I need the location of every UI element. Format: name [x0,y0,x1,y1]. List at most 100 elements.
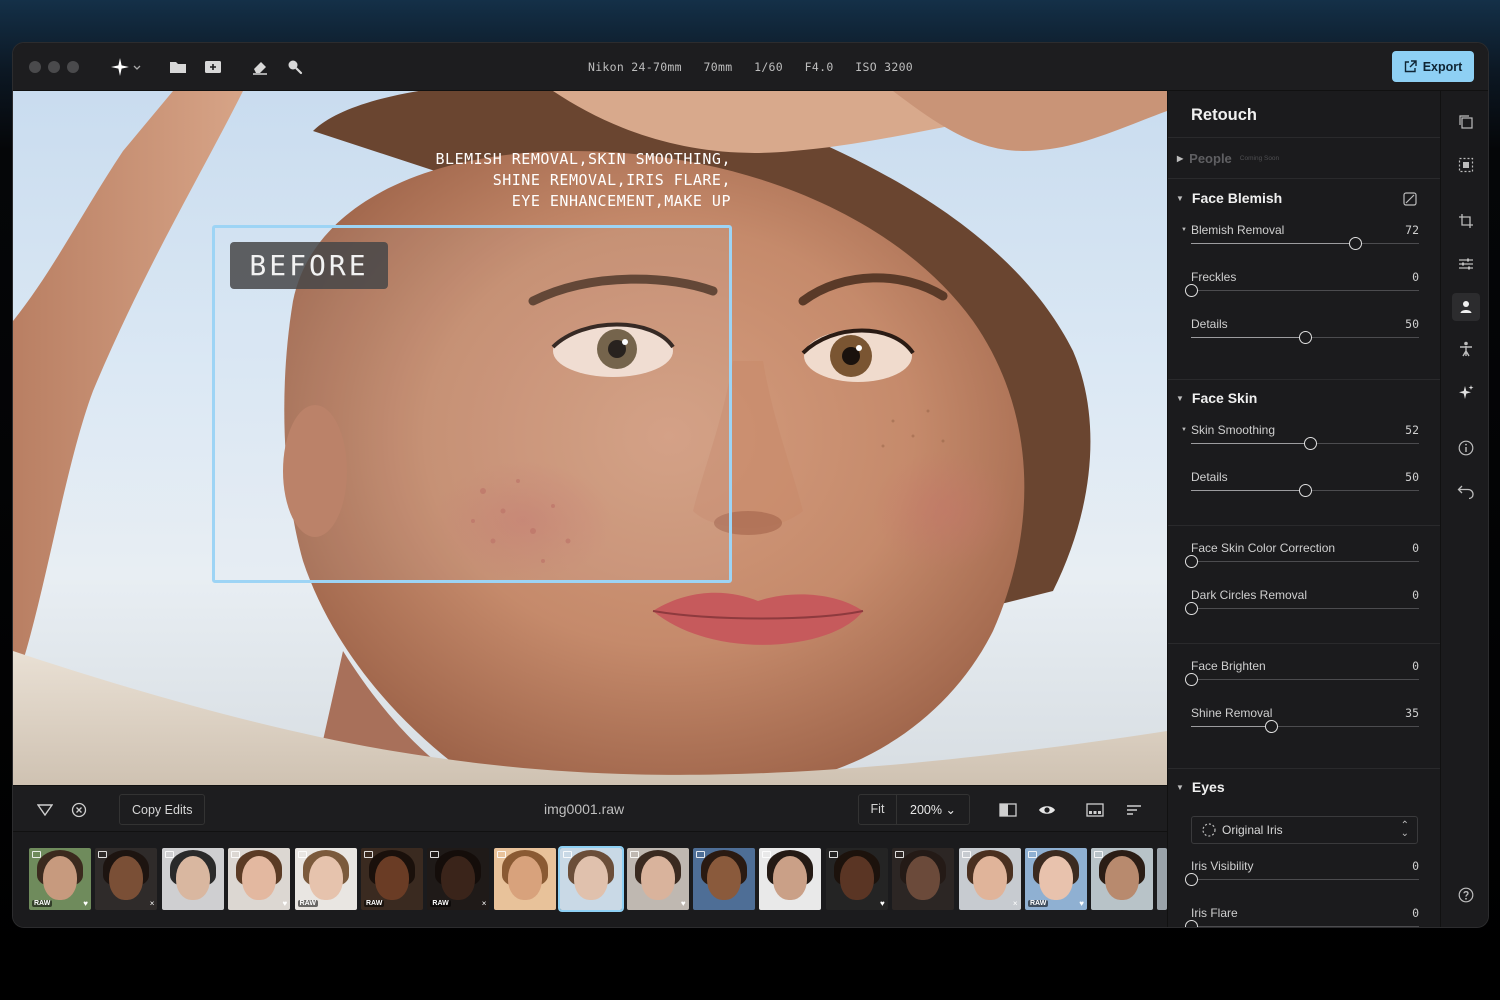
thumbnail-face [242,856,277,900]
filmstrip-thumbnail[interactable] [558,846,625,912]
slider-knob[interactable] [1264,720,1278,733]
slider-fill [1191,490,1305,491]
ai-enhance-tool[interactable] [1454,380,1478,404]
edited-badge-icon [231,851,241,858]
slider-dark-circles-removal[interactable]: Dark Circles Removal 0 [1185,588,1419,632]
divider [1168,768,1440,769]
slider-knob[interactable] [1185,284,1198,297]
slider-track[interactable] [1191,290,1419,291]
favorite-heart-icon[interactable]: ♥ [681,899,686,908]
crop-tool[interactable] [1454,209,1478,233]
preview-button[interactable] [1035,798,1059,822]
expanded-triangle-icon[interactable]: ▼ [1181,227,1187,233]
iris-select[interactable]: Original Iris ⌃ ⌄ [1191,816,1418,844]
slider-shine-removal[interactable]: Shine Removal 35 [1191,706,1419,750]
slider-knob[interactable] [1185,673,1198,686]
filmstrip-thumbnail[interactable] [759,848,822,910]
raw-badge: RAW [32,900,53,907]
slider-value: 50 [1405,470,1419,484]
favorite-heart-icon[interactable]: ♥ [880,899,885,908]
slider-track[interactable] [1191,608,1419,609]
face-skin-header[interactable]: ▼ Face Skin [1176,390,1257,406]
adjust-tool[interactable] [1454,252,1478,276]
retouch-tool[interactable] [1452,293,1480,321]
clear-filter-button[interactable] [67,798,91,822]
slider-iris-flare[interactable]: Iris Flare 0 [1185,906,1419,927]
top-toolbar: Nikon 24-70mm 70mm 1/60 F4.0 ISO 3200 Ex… [13,43,1488,91]
slider-blemish-removal[interactable]: ▼ Blemish Removal 72 [1181,223,1419,267]
slider-face-skin-color-correction[interactable]: Face Skin Color Correction 0 [1185,541,1419,585]
rejected-x-icon[interactable]: × [1013,899,1018,908]
slider-knob[interactable] [1299,484,1312,497]
slider-track[interactable] [1191,879,1419,880]
filmstrip-thumbnail[interactable]: × [95,848,158,910]
rejected-x-icon[interactable]: × [482,899,487,908]
export-button[interactable]: Export [1392,51,1474,82]
filmstrip-thumbnail[interactable]: RAW ♥ [1025,848,1087,910]
slider-skin-smoothing[interactable]: ▼ Skin Smoothing 52 [1181,423,1419,467]
filmstrip-toggle-button[interactable] [1083,798,1107,822]
rejected-x-icon[interactable]: × [150,899,155,908]
slider-knob[interactable] [1185,920,1198,927]
info-button[interactable] [1454,436,1478,460]
favorite-heart-icon[interactable]: ♥ [282,899,287,908]
face-blemish-header[interactable]: ▼ Face Blemish [1176,190,1282,206]
filmstrip-thumbnail[interactable] [161,848,224,910]
filmstrip-thumbnail[interactable] [493,848,556,910]
history-button[interactable] [1454,480,1478,504]
filmstrip-thumbnail[interactable]: × [958,848,1021,910]
slider-track[interactable] [1191,926,1419,927]
expanded-triangle-icon[interactable]: ▼ [1181,427,1187,433]
sort-button[interactable] [1122,798,1146,822]
split-view-icon [999,803,1017,817]
filmstrip-thumbnail[interactable]: RAW ♥ [29,848,91,910]
filmstrip-thumbnail[interactable]: ♥ [626,848,689,910]
fit-button[interactable]: Fit [859,794,897,825]
filmstrip-thumbnail[interactable] [892,848,955,910]
info-icon [1458,440,1474,456]
edited-badge-icon [297,851,307,858]
slider-freckles[interactable]: Freckles 0 [1185,270,1419,314]
help-button[interactable] [1454,883,1478,907]
body-tool[interactable] [1454,337,1478,361]
slider-track[interactable] [1191,561,1419,562]
filmstrip-thumbnail[interactable] [1091,848,1154,910]
filmstrip-thumbnail[interactable]: RAW × [427,848,490,910]
slider-knob[interactable] [1185,555,1198,568]
filmstrip-thumbnail[interactable]: RAW [294,848,357,910]
filmstrip-thumbnail[interactable] [693,848,755,910]
slider-details[interactable]: Details 50 [1191,470,1419,514]
divider [1168,178,1440,179]
sliders-icon [1459,258,1473,270]
slider-label-text: Face Brighten [1191,659,1266,673]
zoom-select[interactable]: 200% ⌄ [897,802,969,817]
favorite-heart-icon[interactable]: ♥ [1079,899,1084,908]
reset-section-button[interactable] [1403,192,1417,211]
layers-tool[interactable] [1454,110,1478,134]
photo-canvas[interactable]: BLEMISH REMOVAL,SKIN SMOOTHING, SHINE RE… [13,91,1167,785]
slider-iris-visibility[interactable]: Iris Visibility 0 [1185,859,1419,903]
eyes-header[interactable]: ▼ Eyes [1176,779,1225,795]
slider-knob[interactable] [1303,437,1317,450]
edited-badge-icon [98,851,108,858]
slider-face-brighten[interactable]: Face Brighten 0 [1185,659,1419,703]
eye-icon [1039,806,1055,814]
slider-knob[interactable] [1185,602,1198,615]
selection-icon [1458,157,1474,173]
select-tool[interactable] [1454,153,1478,177]
copy-edits-button[interactable]: Copy Edits [119,794,206,825]
filmstrip-thumbnail[interactable]: ♥ [228,848,291,910]
slider-track[interactable] [1191,679,1419,680]
slider-knob[interactable] [1185,873,1198,886]
compare-button[interactable] [996,798,1020,822]
slider-knob[interactable] [1299,331,1312,344]
filmstrip-thumbnail[interactable]: RAW [361,848,423,910]
clear-icon [71,802,87,818]
edited-badge-icon [961,851,971,858]
slider-knob[interactable] [1349,237,1363,250]
slider-details[interactable]: Details 50 [1191,317,1419,361]
filmstrip-thumbnail[interactable]: ♥ [825,848,888,910]
filter-button[interactable] [33,798,57,822]
favorite-heart-icon[interactable]: ♥ [83,899,88,908]
filmstrip-thumbnail[interactable] [1157,848,1167,910]
